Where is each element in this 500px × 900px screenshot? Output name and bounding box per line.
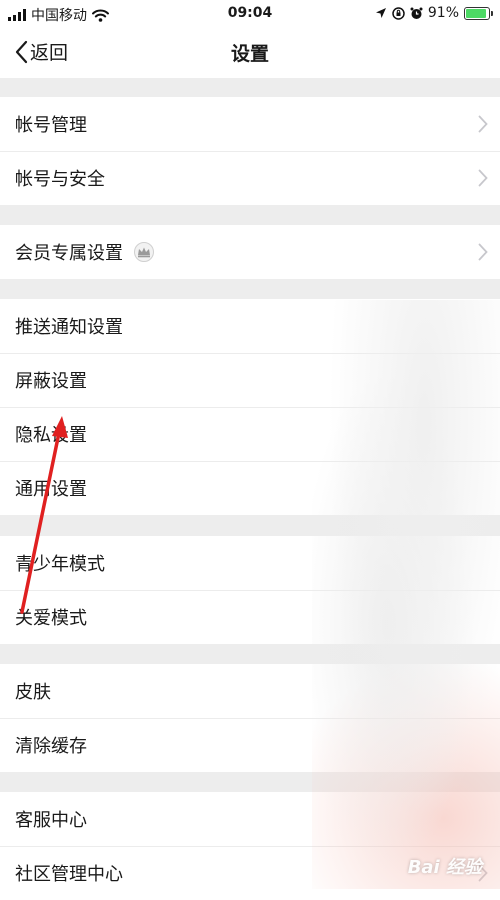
location-arrow-icon <box>375 8 386 18</box>
row-clear-cache[interactable]: 清除缓存 <box>0 718 500 772</box>
navigation-bar: 返回 设置 <box>0 28 500 78</box>
battery-icon <box>464 6 493 20</box>
settings-group-appearance: 皮肤 清除缓存 <box>0 664 500 772</box>
row-label: 帐号与安全 <box>15 169 105 190</box>
row-skin[interactable]: 皮肤 <box>0 664 500 718</box>
settings-group-general: 推送通知设置 屏蔽设置 隐私设置 通用设置 <box>0 299 500 515</box>
row-label: 推送通知设置 <box>15 317 123 338</box>
row-teen-mode[interactable]: 青少年模式 <box>0 536 500 590</box>
alarm-icon <box>410 7 423 19</box>
row-label: 关爱模式 <box>15 608 87 629</box>
settings-group-support: 客服中心 社区管理中心 <box>0 792 500 900</box>
orientation-lock-icon <box>392 6 405 20</box>
settings-group-account: 帐号管理 帐号与安全 <box>0 97 500 205</box>
row-label: 屏蔽设置 <box>15 371 87 392</box>
chevron-right-icon <box>478 115 488 133</box>
battery-nub <box>491 10 493 16</box>
settings-group-member: 会员专属设置 <box>0 225 500 279</box>
battery-level-fill <box>466 8 486 18</box>
row-account-security[interactable]: 帐号与安全 <box>0 151 500 205</box>
row-label: 青少年模式 <box>15 554 105 575</box>
row-customer-service[interactable]: 客服中心 <box>0 792 500 846</box>
page-title: 设置 <box>230 43 269 65</box>
row-label: 会员专属设置 <box>15 243 123 264</box>
row-label: 皮肤 <box>15 682 51 703</box>
settings-group-modes: 青少年模式 关爱模式 <box>0 536 500 644</box>
row-account-management[interactable]: 帐号管理 <box>0 97 500 151</box>
row-label: 帐号管理 <box>15 115 87 136</box>
watermark-logo: Bai 经验 <box>407 857 482 878</box>
battery-percent: 91% <box>427 5 459 21</box>
chevron-right-icon <box>478 243 488 261</box>
status-bar: 中国移动 09:04 91% <box>0 0 500 28</box>
status-right: 91% <box>375 5 493 21</box>
row-care-mode[interactable]: 关爱模式 <box>0 590 500 644</box>
row-general-settings[interactable]: 通用设置 <box>0 461 500 515</box>
row-member-settings[interactable]: 会员专属设置 <box>0 225 500 279</box>
row-label: 清除缓存 <box>15 736 87 757</box>
row-privacy-settings[interactable]: 隐私设置 <box>0 407 500 461</box>
row-label: 通用设置 <box>15 479 87 500</box>
row-label: 隐私设置 <box>15 425 87 446</box>
row-label: 社区管理中心 <box>15 864 123 885</box>
row-block-settings[interactable]: 屏蔽设置 <box>0 353 500 407</box>
crown-icon <box>133 242 155 262</box>
row-label: 客服中心 <box>15 810 87 831</box>
row-push-notification-settings[interactable]: 推送通知设置 <box>0 299 500 353</box>
chevron-right-icon <box>478 169 488 187</box>
